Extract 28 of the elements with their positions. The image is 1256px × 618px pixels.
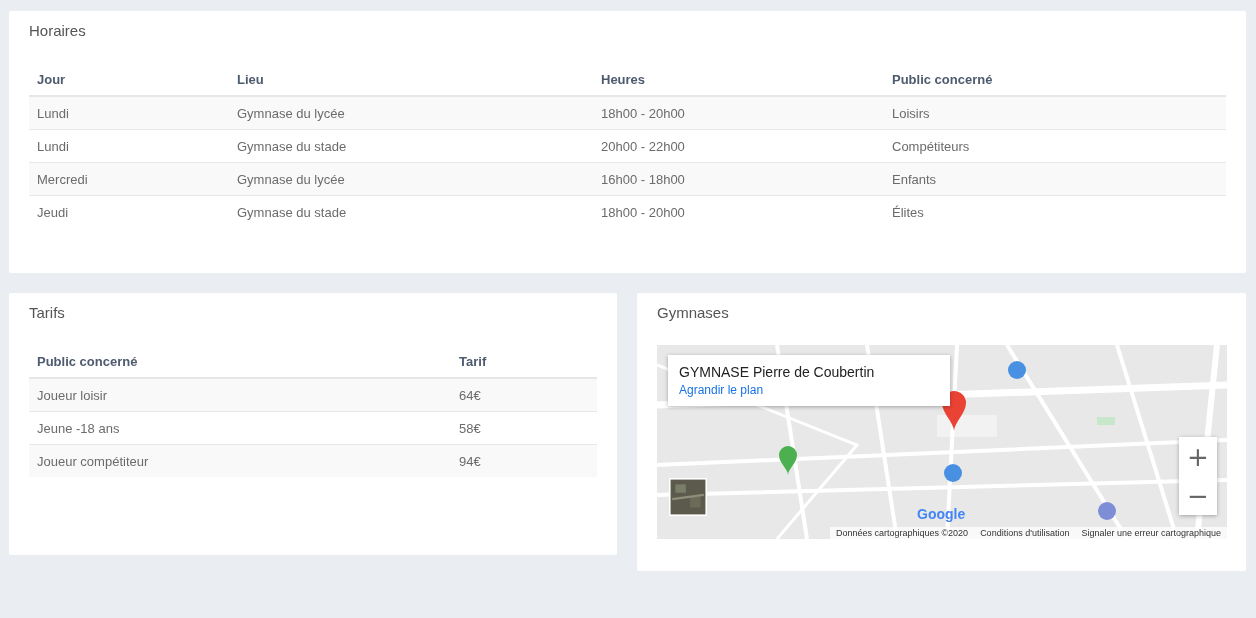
table-cell: Jeudi <box>29 195 229 228</box>
table-cell: Joueur compétiteur <box>29 444 451 477</box>
google-logo: Google <box>917 506 966 522</box>
table-cell: Lundi <box>29 96 229 130</box>
attribution-text: Données cartographiques ©2020 <box>835 528 969 538</box>
enlarge-map-link[interactable]: Agrandir le plan <box>679 383 939 397</box>
zoom-out-button[interactable]: − <box>1179 476 1217 515</box>
card-title: Horaires <box>29 23 87 39</box>
card-title: Tarifs <box>29 305 66 321</box>
attribution-text: Signaler une erreur cartographique <box>1081 528 1221 538</box>
zoom-in-button[interactable]: + <box>1179 437 1217 476</box>
card-title: Gymnases <box>657 305 730 321</box>
table-cell: Élites <box>884 195 1226 228</box>
attribution-text: Conditions d'utilisation <box>980 528 1070 538</box>
table-cell: Enfants <box>884 162 1226 196</box>
table-cell: 16h00 - 18h00 <box>593 162 884 196</box>
table-cell: Mercredi <box>29 162 229 196</box>
table-cell: Gymnase du stade <box>229 195 593 228</box>
table-cell: 64€ <box>451 378 597 412</box>
satellite-toggle-icon[interactable] <box>669 478 707 516</box>
table-cell: 18h00 - 20h00 <box>593 195 884 228</box>
table-cell: Joueur loisir <box>29 378 451 412</box>
table-cell: Loisirs <box>884 96 1226 130</box>
table-cell: 94€ <box>451 444 597 477</box>
table-cell: 18h00 - 20h00 <box>593 96 884 130</box>
table-cell: Gymnase du lycée <box>229 96 593 130</box>
table-cell: Gymnase du lycée <box>229 162 593 196</box>
place-title: GYMNASE Pierre de Coubertin <box>679 364 876 380</box>
